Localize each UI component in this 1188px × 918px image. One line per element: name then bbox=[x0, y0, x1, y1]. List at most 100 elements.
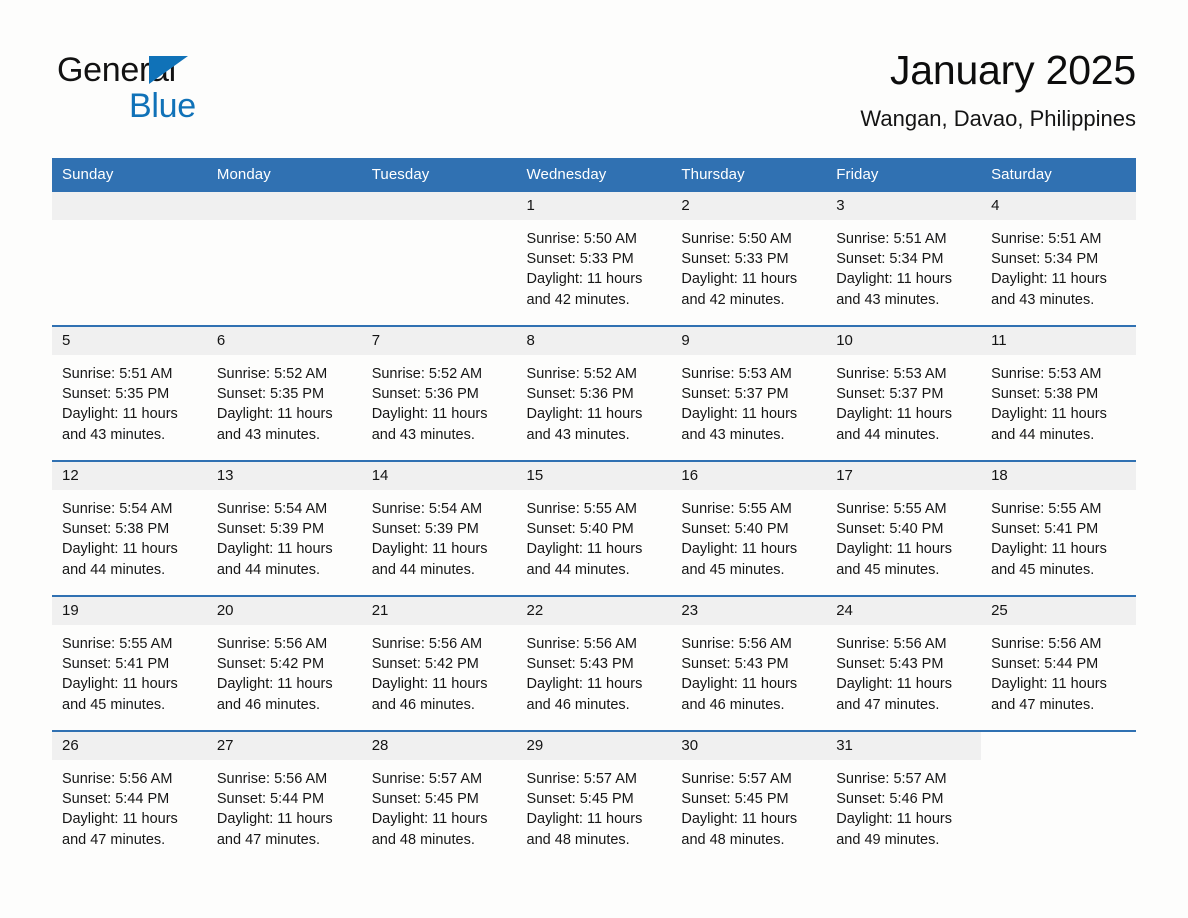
day-number: 1 bbox=[516, 192, 672, 220]
sunrise-text: Sunrise: 5:57 AM bbox=[681, 771, 792, 787]
sunrise-text: Sunrise: 5:51 AM bbox=[991, 231, 1102, 247]
day-number: 13 bbox=[206, 462, 362, 490]
sunset-text: Sunset: 5:34 PM bbox=[991, 251, 1099, 268]
calendar-day-cell[interactable]: 27 Sunrise: 5:56 AM Sunset: 5:44 PM Dayligh… bbox=[206, 730, 362, 865]
sunset-text: Sunset: 5:44 PM bbox=[991, 656, 1099, 673]
sunrise-text: Sunrise: 5:56 AM bbox=[836, 636, 947, 652]
sunrise-text: Sunrise: 5:54 AM bbox=[216, 501, 328, 517]
day-details: Sunrise: 5:50 AM Sunset: 5:33 PM Daylight:… bbox=[517, 220, 672, 310]
sunset-text: Sunset: 5:39 PM bbox=[371, 521, 479, 538]
calendar-day-cell[interactable]: 7 Sunrise: 5:52 AM Sunset: 5:36 PM Daylight… bbox=[361, 325, 517, 461]
day-number: 17 bbox=[826, 462, 982, 490]
calendar-week-row: 1 Sunrise: 5:50 AM Sunset: 5:33 PM Daylight… bbox=[52, 192, 1136, 326]
sunset-text: Sunset: 5:34 PM bbox=[836, 251, 944, 268]
sunrise-text: Sunrise: 5:55 AM bbox=[681, 501, 792, 517]
sunset-text: Sunset: 5:38 PM bbox=[991, 386, 1099, 403]
day-number: 10 bbox=[826, 327, 982, 355]
sunrise-text: Sunrise: 5:56 AM bbox=[991, 636, 1102, 652]
day-number: 29 bbox=[516, 732, 672, 760]
calendar-day-cell[interactable]: 23 Sunrise: 5:56 AM Sunset: 5:43 PM Dayligh… bbox=[671, 595, 827, 731]
day-details: Sunrise: 5:56 AM Sunset: 5:44 PM Daylight:… bbox=[52, 760, 207, 850]
location-subtitle: Wangan, Davao, Philippines bbox=[860, 106, 1136, 132]
calendar-day-cell[interactable]: 25 Sunrise: 5:56 AM Sunset: 5:44 PM Dayligh… bbox=[981, 595, 1136, 731]
daylight-text: Daylight: 11 hours and 43 minutes. bbox=[62, 406, 178, 443]
calendar-day-cell[interactable]: 3 Sunrise: 5:51 AM Sunset: 5:34 PM Daylight… bbox=[826, 192, 982, 326]
calendar-day-cell[interactable]: 28 Sunrise: 5:57 AM Sunset: 5:45 PM Dayligh… bbox=[361, 730, 517, 865]
calendar-day-cell[interactable]: 12 Sunrise: 5:54 AM Sunset: 5:38 PM Dayligh… bbox=[52, 460, 207, 596]
calendar-empty-cell bbox=[52, 192, 207, 326]
calendar-day-cell[interactable]: 2 Sunrise: 5:50 AM Sunset: 5:33 PM Daylight… bbox=[671, 192, 827, 326]
day-details: Sunrise: 5:54 AM Sunset: 5:38 PM Daylight:… bbox=[52, 490, 207, 580]
calendar-day-cell[interactable]: 19 Sunrise: 5:55 AM Sunset: 5:41 PM Dayligh… bbox=[52, 595, 207, 731]
sunset-text: Sunset: 5:36 PM bbox=[371, 386, 479, 403]
calendar-day-cell[interactable]: 21 Sunrise: 5:56 AM Sunset: 5:42 PM Dayligh… bbox=[361, 595, 517, 731]
weekday-header-friday: Friday bbox=[826, 158, 982, 192]
day-number: 16 bbox=[671, 462, 827, 490]
day-number: 3 bbox=[826, 192, 982, 220]
calendar-day-cell[interactable]: 9 Sunrise: 5:53 AM Sunset: 5:37 PM Daylight… bbox=[671, 325, 827, 461]
day-details: Sunrise: 5:53 AM Sunset: 5:38 PM Daylight:… bbox=[981, 355, 1136, 445]
title-block: January 2025 Wangan, Davao, Philippines bbox=[860, 48, 1136, 132]
day-number: 15 bbox=[516, 462, 672, 490]
daylight-text: Daylight: 11 hours and 43 minutes. bbox=[991, 271, 1107, 308]
day-number bbox=[52, 192, 207, 220]
calendar-day-cell[interactable]: 24 Sunrise: 5:56 AM Sunset: 5:43 PM Dayligh… bbox=[826, 595, 982, 731]
calendar-day-cell[interactable]: 11 Sunrise: 5:53 AM Sunset: 5:38 PM Dayligh… bbox=[981, 325, 1136, 461]
calendar-day-cell[interactable]: 6 Sunrise: 5:52 AM Sunset: 5:35 PM Daylight… bbox=[206, 325, 362, 461]
logo-triangle-icon bbox=[149, 56, 188, 84]
calendar-day-cell[interactable]: 14 Sunrise: 5:54 AM Sunset: 5:39 PM Dayligh… bbox=[361, 460, 517, 596]
page-header: General Blue January 2025 Wangan, Davao,… bbox=[0, 0, 1188, 132]
calendar-day-cell[interactable]: 16 Sunrise: 5:55 AM Sunset: 5:40 PM Dayligh… bbox=[671, 460, 827, 596]
calendar-day-cell[interactable]: 18 Sunrise: 5:55 AM Sunset: 5:41 PM Dayligh… bbox=[981, 460, 1136, 596]
sunset-text: Sunset: 5:37 PM bbox=[836, 386, 944, 403]
calendar-day-cell[interactable]: 13 Sunrise: 5:54 AM Sunset: 5:39 PM Dayligh… bbox=[206, 460, 362, 596]
daylight-text: Daylight: 11 hours and 43 minutes. bbox=[681, 406, 798, 443]
calendar-day-cell[interactable]: 20 Sunrise: 5:56 AM Sunset: 5:42 PM Dayligh… bbox=[206, 595, 362, 731]
day-number: 25 bbox=[981, 597, 1136, 625]
day-number: 20 bbox=[206, 597, 362, 625]
sunrise-text: Sunrise: 5:57 AM bbox=[526, 771, 637, 787]
weekday-header-thursday: Thursday bbox=[671, 158, 827, 192]
calendar-day-cell[interactable]: 5 Sunrise: 5:51 AM Sunset: 5:35 PM Daylight… bbox=[52, 325, 207, 461]
day-number: 27 bbox=[206, 732, 362, 760]
daylight-text: Daylight: 11 hours and 48 minutes. bbox=[526, 811, 643, 848]
calendar-day-cell[interactable]: 15 Sunrise: 5:55 AM Sunset: 5:40 PM Dayligh… bbox=[516, 460, 672, 596]
calendar-day-cell[interactable]: 22 Sunrise: 5:56 AM Sunset: 5:43 PM Dayligh… bbox=[516, 595, 672, 731]
daylight-text: Daylight: 11 hours and 42 minutes. bbox=[681, 271, 798, 308]
day-number: 14 bbox=[361, 462, 517, 490]
general-blue-logo[interactable]: General Blue bbox=[57, 53, 317, 125]
calendar-day-cell[interactable]: 1 Sunrise: 5:50 AM Sunset: 5:33 PM Daylight… bbox=[516, 192, 672, 326]
sunrise-text: Sunrise: 5:56 AM bbox=[526, 636, 637, 652]
calendar-day-cell[interactable]: 31 Sunrise: 5:57 AM Sunset: 5:46 PM Dayligh… bbox=[826, 730, 982, 865]
daylight-text: Daylight: 11 hours and 43 minutes. bbox=[526, 406, 643, 443]
day-details: Sunrise: 5:56 AM Sunset: 5:42 PM Daylight:… bbox=[362, 625, 517, 715]
day-number: 30 bbox=[671, 732, 827, 760]
day-number: 7 bbox=[361, 327, 517, 355]
sunrise-text: Sunrise: 5:51 AM bbox=[62, 366, 173, 382]
sunrise-text: Sunrise: 5:52 AM bbox=[371, 366, 483, 382]
sunset-text: Sunset: 5:35 PM bbox=[62, 386, 170, 403]
sunset-text: Sunset: 5:40 PM bbox=[526, 521, 634, 538]
weekday-header-monday: Monday bbox=[206, 158, 362, 192]
sunset-text: Sunset: 5:45 PM bbox=[371, 791, 479, 808]
calendar-day-cell[interactable]: 26 Sunrise: 5:56 AM Sunset: 5:44 PM Dayligh… bbox=[52, 730, 207, 865]
calendar-day-cell[interactable]: 8 Sunrise: 5:52 AM Sunset: 5:36 PM Daylight… bbox=[516, 325, 672, 461]
day-details: Sunrise: 5:51 AM Sunset: 5:34 PM Daylight:… bbox=[981, 220, 1136, 310]
calendar-day-cell[interactable]: 4 Sunrise: 5:51 AM Sunset: 5:34 PM Daylight… bbox=[981, 192, 1136, 326]
calendar-day-cell[interactable]: 30 Sunrise: 5:57 AM Sunset: 5:45 PM Dayligh… bbox=[671, 730, 827, 865]
daylight-text: Daylight: 11 hours and 44 minutes. bbox=[526, 541, 643, 578]
calendar-day-cell[interactable]: 10 Sunrise: 5:53 AM Sunset: 5:37 PM Dayligh… bbox=[826, 325, 982, 461]
sunrise-text: Sunrise: 5:55 AM bbox=[62, 636, 173, 652]
sunrise-text: Sunrise: 5:57 AM bbox=[836, 771, 947, 787]
sunrise-text: Sunrise: 5:51 AM bbox=[836, 231, 947, 247]
day-number: 2 bbox=[671, 192, 827, 220]
daylight-text: Daylight: 11 hours and 47 minutes. bbox=[991, 676, 1107, 713]
sunrise-text: Sunrise: 5:52 AM bbox=[216, 366, 328, 382]
calendar-day-cell[interactable]: 29 Sunrise: 5:57 AM Sunset: 5:45 PM Dayligh… bbox=[516, 730, 672, 865]
sunrise-text: Sunrise: 5:50 AM bbox=[526, 231, 637, 247]
daylight-text: Daylight: 11 hours and 45 minutes. bbox=[836, 541, 953, 578]
sunset-text: Sunset: 5:43 PM bbox=[681, 656, 789, 673]
sunset-text: Sunset: 5:36 PM bbox=[526, 386, 634, 403]
day-details: Sunrise: 5:55 AM Sunset: 5:40 PM Daylight:… bbox=[517, 490, 672, 580]
calendar-day-cell[interactable]: 17 Sunrise: 5:55 AM Sunset: 5:40 PM Dayligh… bbox=[826, 460, 982, 596]
